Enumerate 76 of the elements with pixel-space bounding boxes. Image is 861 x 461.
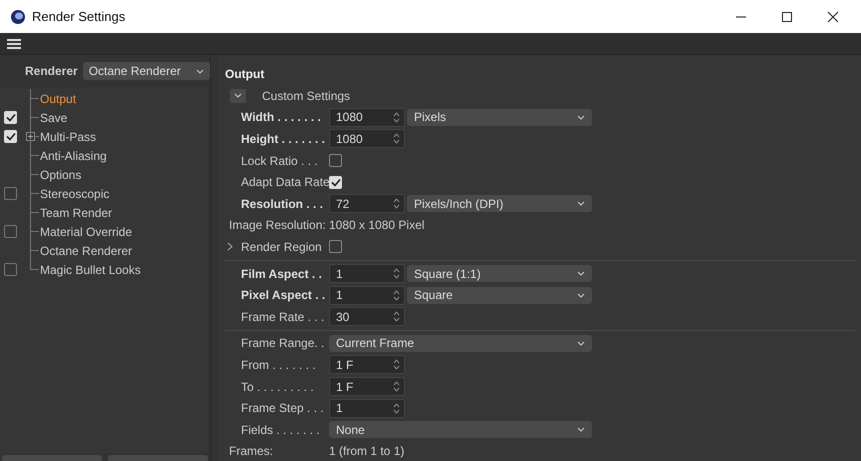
tree-item[interactable]: Output [40, 92, 76, 106]
info-value: 1080 x 1080 Pixel [329, 218, 424, 232]
field-label: Resolution . . . [241, 196, 324, 211]
tree-item[interactable]: Multi-Pass [40, 130, 96, 144]
field-label: Pixel Aspect . . [241, 288, 326, 302]
expand-icon[interactable] [26, 132, 35, 141]
field-label: Frame Step . . . [241, 401, 325, 416]
field-label: From . . . . . . . [241, 358, 317, 372]
close-icon[interactable] [827, 10, 839, 22]
tree-item[interactable]: Anti-Aliasing [40, 148, 107, 162]
field-label: To . . . . . . . . . [241, 380, 315, 394]
tree-item[interactable]: Save [40, 110, 68, 124]
checkbox[interactable] [4, 187, 17, 200]
spinner-icon[interactable] [393, 358, 400, 372]
unit-dropdown[interactable]: Pixels/Inch (DPI) [407, 195, 592, 212]
number-field[interactable]: 1 [329, 264, 405, 284]
renderer-label: Renderer [25, 64, 78, 78]
field-label: Width . . . . . . . [241, 110, 322, 124]
renderer-dropdown[interactable]: Octane Renderer [82, 62, 210, 80]
field-label: Film Aspect . . [241, 266, 323, 281]
preset-label: Custom Settings [262, 88, 350, 103]
chevron-icon [196, 68, 204, 74]
app-logo-icon [10, 8, 26, 24]
chevron-icon [577, 292, 585, 298]
field-label: Lock Ratio . . . [241, 154, 319, 168]
number-field[interactable]: 30 [329, 307, 405, 326]
chevron-icon [577, 340, 585, 346]
dropdown[interactable]: None [329, 421, 592, 438]
spinner-icon[interactable] [393, 380, 400, 394]
menu-icon[interactable] [7, 38, 21, 50]
spinner-icon[interactable] [393, 267, 400, 280]
window-title: Render Settings [32, 9, 126, 24]
number-field[interactable]: 1 F [329, 377, 405, 396]
tree-item[interactable]: Material Override [40, 224, 132, 238]
field-label: Render Region [241, 240, 323, 254]
unit-dropdown[interactable]: Square [407, 286, 592, 304]
chevron-icon [577, 271, 585, 276]
maximize-icon[interactable] [781, 10, 793, 22]
info-value: 1 (from 1 to 1) [329, 444, 404, 458]
chevron-icon [577, 201, 585, 206]
unit-dropdown[interactable]: Pixels [407, 108, 592, 126]
section-title: Output [225, 66, 266, 83]
number-field[interactable]: 72 [329, 194, 405, 214]
number-field[interactable]: 1 [329, 286, 405, 305]
preset-button[interactable] [230, 88, 246, 103]
field-label: Adapt Data Rate [241, 175, 329, 190]
checkbox[interactable] [4, 263, 17, 276]
field-label: Height . . . . . . . [241, 132, 326, 146]
tree-item[interactable]: Magic Bullet Looks [40, 262, 141, 276]
spinner-icon[interactable] [393, 132, 400, 146]
tree-item[interactable]: Team Render [40, 206, 112, 220]
number-field[interactable]: 1080 [329, 108, 405, 127]
spinner-icon[interactable] [393, 197, 400, 210]
spinner-icon[interactable] [393, 402, 400, 415]
info-label: Frames: [229, 444, 274, 458]
dropdown[interactable]: Current Frame [329, 334, 592, 352]
checkbox[interactable] [4, 225, 17, 238]
field-label: Frame Range. . [241, 336, 326, 350]
unit-dropdown[interactable]: Square (1:1) [407, 265, 592, 282]
chevron-icon [577, 427, 585, 432]
tree-item[interactable]: Stereoscopic [40, 186, 110, 200]
field-label: Frame Rate . . . [241, 310, 326, 324]
number-field[interactable]: 1 [329, 398, 405, 418]
chevron-icon [234, 93, 242, 98]
field-label: Fields . . . . . . . [241, 422, 321, 437]
checkbox[interactable] [329, 240, 342, 254]
number-field[interactable]: 1080 [329, 129, 405, 148]
info-label: Image Resolution: [229, 218, 327, 232]
number-field[interactable]: 1 F [329, 355, 405, 374]
tree-item[interactable]: Options [40, 168, 82, 182]
tree-item[interactable]: Octane Renderer [40, 244, 132, 258]
spinner-icon[interactable] [393, 310, 400, 324]
checkbox[interactable] [329, 154, 342, 168]
spinner-icon[interactable] [393, 288, 400, 302]
spinner-icon[interactable] [393, 110, 400, 124]
chevron-icon [577, 114, 585, 120]
